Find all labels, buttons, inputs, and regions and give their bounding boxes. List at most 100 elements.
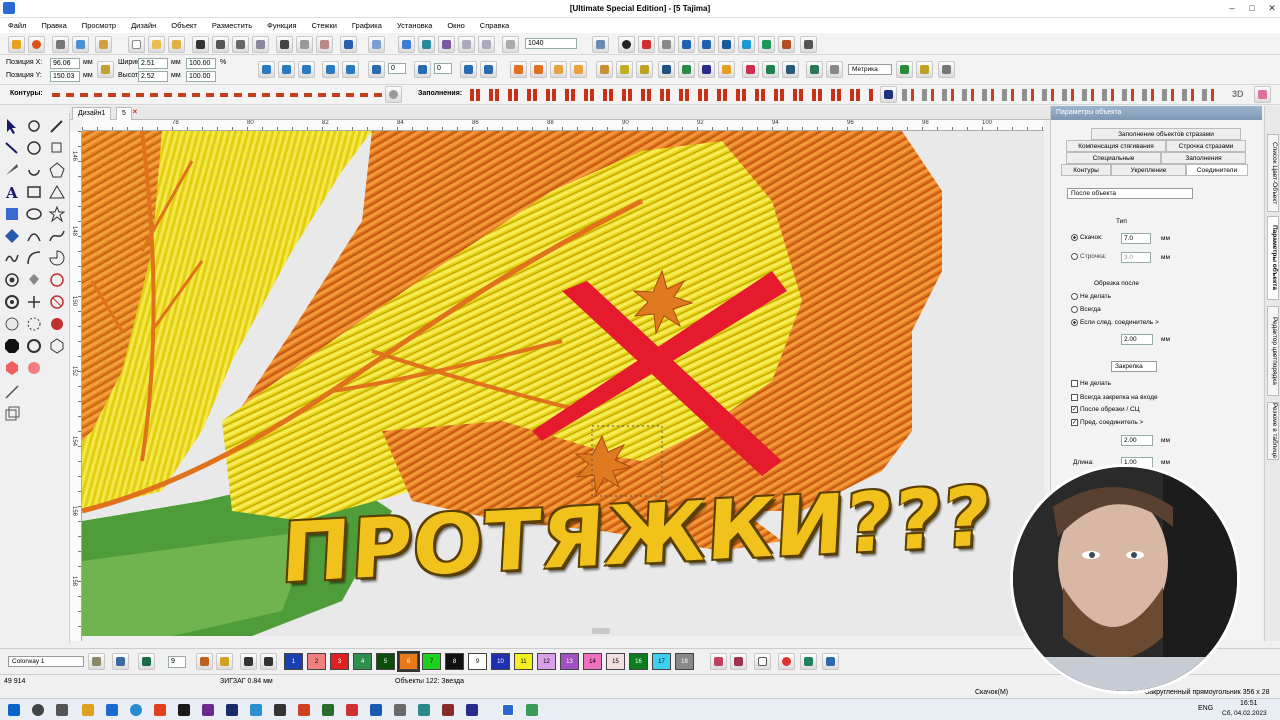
- trim-length-field[interactable]: 2.00: [1121, 334, 1153, 345]
- taskbar-app-icon[interactable]: [298, 704, 310, 716]
- mirror-y-icon[interactable]: [278, 61, 295, 78]
- tab-design1[interactable]: Дизайн1: [72, 107, 112, 120]
- copy-icon[interactable]: [296, 36, 313, 53]
- rotate-left-icon[interactable]: [322, 61, 339, 78]
- stitch-count-field[interactable]: 1040: [525, 38, 577, 49]
- color-swatch[interactable]: 6: [397, 651, 420, 672]
- motif-icon[interactable]: [570, 61, 587, 78]
- tab-color-object-list[interactable]: Список Цвет-Объект: [1267, 134, 1279, 212]
- view-grid-icon[interactable]: [592, 36, 609, 53]
- rotate-tool-icon[interactable]: [25, 117, 43, 135]
- blackwork-tool-icon[interactable]: [25, 293, 43, 311]
- product-icon[interactable]: [782, 61, 799, 78]
- trace-icon[interactable]: [636, 61, 653, 78]
- flower-tool-icon[interactable]: [25, 337, 43, 355]
- template-icon[interactable]: [800, 36, 817, 53]
- menu-help[interactable]: Справка: [480, 21, 509, 30]
- taskbar-app-icon[interactable]: [322, 704, 334, 716]
- taskbar-app-icon[interactable]: [370, 704, 382, 716]
- color-swatch[interactable]: 15: [606, 653, 625, 670]
- mirror-x-icon[interactable]: [258, 61, 275, 78]
- color-swatch[interactable]: 4: [353, 653, 372, 670]
- trim-none-radio[interactable]: Не делать: [1071, 293, 1111, 300]
- color-swatch[interactable]: 1: [284, 653, 303, 670]
- color-swatch[interactable]: 8: [445, 653, 464, 670]
- color-swatch[interactable]: 13: [560, 653, 579, 670]
- three-d-label[interactable]: 3D: [1232, 89, 1244, 99]
- run-length-field[interactable]: 3.0: [1121, 252, 1151, 263]
- color-swatch[interactable]: 10: [491, 653, 510, 670]
- obs-icon[interactable]: [202, 704, 214, 716]
- taskbar-app-icon[interactable]: [466, 704, 478, 716]
- colorway-select[interactable]: Colorway 1: [8, 656, 84, 667]
- palette-edit-icon[interactable]: [730, 653, 747, 670]
- task-view-icon[interactable]: [56, 704, 68, 716]
- thread-spool-icon[interactable]: [822, 653, 839, 670]
- taskbar-app-icon[interactable]: [526, 704, 538, 716]
- bezier-tool-icon[interactable]: [48, 227, 66, 245]
- cap-icon[interactable]: [742, 61, 759, 78]
- color-swatch[interactable]: 17: [652, 653, 671, 670]
- print-preview-icon[interactable]: [252, 36, 269, 53]
- layers-tool-icon[interactable]: [3, 405, 21, 423]
- units-select[interactable]: Метрика: [848, 64, 892, 75]
- color-swatch[interactable]: 11: [514, 653, 533, 670]
- octagon-tool-icon[interactable]: [3, 337, 21, 355]
- hexagon-tool-icon[interactable]: [48, 337, 66, 355]
- color-icon[interactable]: [678, 61, 695, 78]
- shirt-icon[interactable]: [762, 61, 779, 78]
- applique-tool-icon[interactable]: [3, 227, 21, 245]
- menu-window[interactable]: Окно: [447, 21, 464, 30]
- taskbar-app-icon[interactable]: [418, 704, 430, 716]
- sequin-tool-icon[interactable]: [3, 315, 21, 333]
- undo-icon[interactable]: [340, 36, 357, 53]
- photoshop-icon[interactable]: [226, 704, 238, 716]
- color-grid-icon[interactable]: [112, 653, 129, 670]
- star-icon[interactable]: [718, 61, 735, 78]
- show-stitches-icon[interactable]: [678, 36, 695, 53]
- blob-tool-icon[interactable]: [48, 315, 66, 333]
- rectangle-tool-icon[interactable]: [25, 183, 43, 201]
- tie-prev-conn-checkbox[interactable]: ✓ Пред. соединитель >: [1071, 419, 1143, 426]
- tatami-icon[interactable]: [530, 61, 547, 78]
- stitch-player-icon[interactable]: [398, 36, 415, 53]
- pattern-fill-icon[interactable]: [550, 61, 567, 78]
- remove-color-icon[interactable]: [260, 653, 277, 670]
- clock-time[interactable]: 16:51: [1240, 700, 1258, 707]
- mail-icon[interactable]: [106, 704, 118, 716]
- maximize-button[interactable]: □: [1242, 2, 1262, 15]
- photo-icon[interactable]: [698, 61, 715, 78]
- menu-design[interactable]: Дизайн: [131, 21, 156, 30]
- run-radio[interactable]: Строчка:: [1071, 253, 1107, 260]
- color-wheel-icon[interactable]: [778, 653, 795, 670]
- scale-x-field[interactable]: 100.00: [186, 58, 216, 69]
- branching-icon[interactable]: [616, 61, 633, 78]
- lock-proportions-icon[interactable]: [97, 61, 114, 78]
- color-swatch[interactable]: 9: [468, 653, 487, 670]
- close-button[interactable]: ✕: [1262, 2, 1280, 15]
- height-field[interactable]: 2.52: [138, 71, 168, 82]
- tab-fills[interactable]: Заполнения: [1161, 152, 1246, 164]
- arc-tool-icon[interactable]: [25, 227, 43, 245]
- tie-none-checkbox[interactable]: Не делать: [1071, 380, 1111, 387]
- garment-icon[interactable]: [138, 653, 155, 670]
- measure-icon[interactable]: [896, 61, 913, 78]
- slow-redraw-icon[interactable]: [438, 36, 455, 53]
- steam-icon[interactable]: [178, 704, 190, 716]
- wilcom-logo-icon[interactable]: [28, 36, 45, 53]
- paste-icon[interactable]: [316, 36, 333, 53]
- minimize-button[interactable]: –: [1222, 2, 1242, 15]
- radio-tool-icon[interactable]: [3, 271, 21, 289]
- heart-tool-icon[interactable]: [25, 359, 43, 377]
- satin-icon[interactable]: [510, 61, 527, 78]
- show-hoop-icon[interactable]: [738, 36, 755, 53]
- trim-always-radio[interactable]: Всегда: [1071, 306, 1101, 313]
- color-count-field[interactable]: 9: [168, 656, 186, 668]
- print-icon[interactable]: [232, 36, 249, 53]
- fill-c-icon[interactable]: [880, 86, 897, 103]
- knife-tool-icon[interactable]: [3, 161, 21, 179]
- menu-edit[interactable]: Правка: [41, 21, 66, 30]
- file-explorer-icon[interactable]: [82, 704, 94, 716]
- menu-arrange[interactable]: Разместить: [212, 21, 252, 30]
- taskbar-app-icon[interactable]: [274, 704, 286, 716]
